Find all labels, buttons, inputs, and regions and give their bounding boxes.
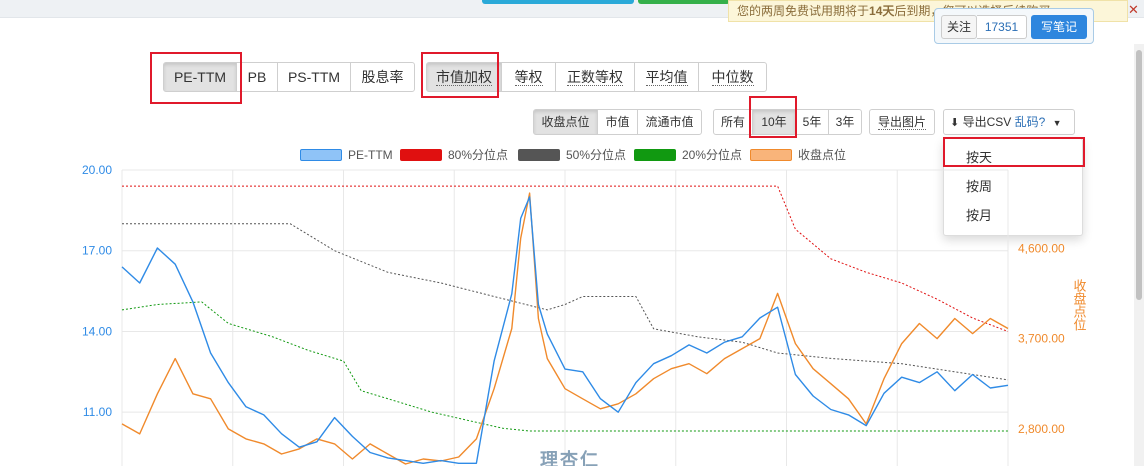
y-right-tick-label: 4,600.00 [1018, 241, 1065, 255]
y-right-tick-label: 3,700.00 [1018, 332, 1065, 346]
pe-chart: 11.00 14.00 17.00 20.00 2,800.00 3,700.00 4,60… [82, 163, 1087, 466]
y-left-tick-label: 20.00 [82, 163, 112, 177]
y-right-tick-label: 2,800.00 [1018, 422, 1065, 436]
watermark: 理杏仁 [540, 450, 600, 466]
page-root: 您的两周免费试用期将于14天后到期，您可以选择后续购买。 ✕ 关注 17351 … [0, 0, 1144, 466]
y-left-tick-label: 11.00 [83, 405, 112, 419]
y-left-tick-label: 17.00 [82, 244, 112, 258]
y-right-axis-label: 收盘点位 [1071, 279, 1087, 331]
y-left-tick-label: 14.00 [82, 324, 112, 338]
